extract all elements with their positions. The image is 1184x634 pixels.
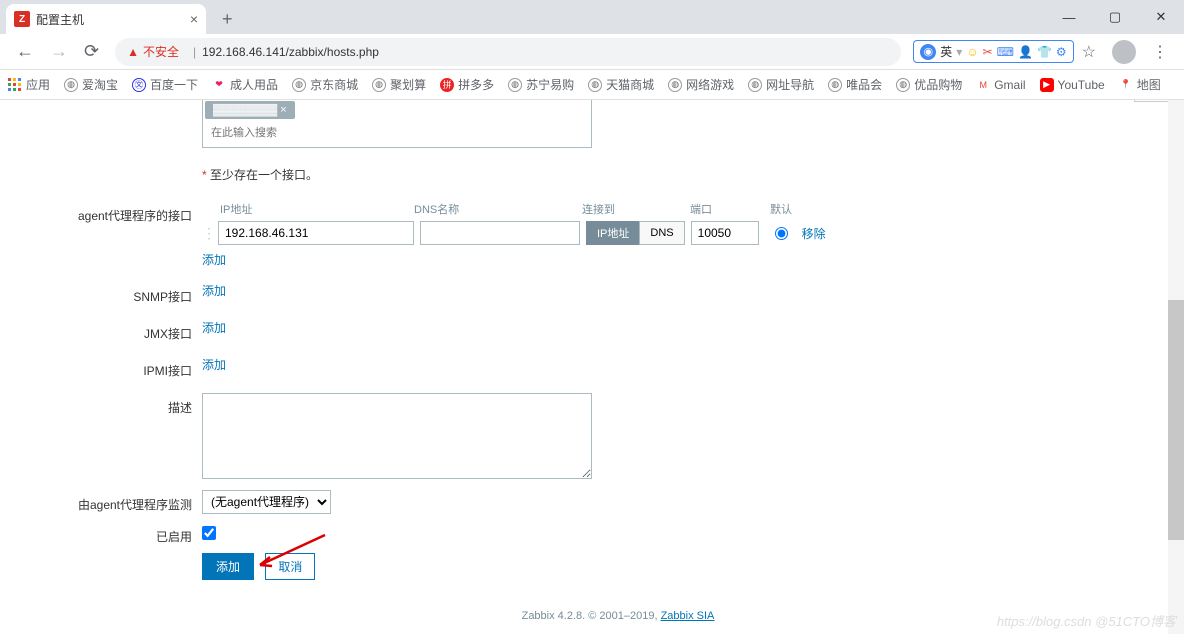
globe-icon: ◍ bbox=[588, 78, 602, 92]
bookmark-baidu[interactable]: ㉆百度一下 bbox=[132, 76, 198, 93]
apps-label: 应用 bbox=[26, 76, 50, 93]
insecure-label: 不安全 bbox=[143, 43, 179, 60]
monitored-label: 由agent代理程序监测 bbox=[62, 490, 202, 513]
agent-add-link[interactable]: 添加 bbox=[202, 253, 226, 267]
pdd-icon: 拼 bbox=[440, 78, 454, 92]
address-bar[interactable]: ▲ 不安全 | 192.168.46.141/zabbix/hosts.php bbox=[115, 38, 901, 66]
dns-input[interactable] bbox=[420, 221, 580, 245]
user-avatar[interactable] bbox=[1112, 40, 1136, 64]
scrollbar[interactable] bbox=[1168, 100, 1184, 634]
ipmi-label: IPMI接口 bbox=[62, 356, 202, 379]
bookmark-tmall[interactable]: ◍天猫商城 bbox=[588, 76, 654, 93]
back-button[interactable]: ← bbox=[8, 37, 42, 66]
globe-icon: ◍ bbox=[748, 78, 762, 92]
globe-icon: ◍ bbox=[64, 78, 78, 92]
bookmark-pdd[interactable]: 拼拼多多 bbox=[440, 76, 494, 93]
scroll-thumb[interactable] bbox=[1168, 300, 1184, 540]
connect-dns-button[interactable]: DNS bbox=[639, 221, 684, 245]
globe-icon: ◍ bbox=[372, 78, 386, 92]
ext-shirt-icon[interactable]: 👕 bbox=[1037, 45, 1052, 59]
ext-scissors-icon[interactable]: ✂ bbox=[983, 45, 993, 59]
close-window-button[interactable]: ✕ bbox=[1138, 0, 1184, 34]
apps-button[interactable]: 应用 bbox=[8, 76, 50, 93]
extension-label: 英 bbox=[940, 43, 952, 60]
drag-handle-icon[interactable]: ⋮⋮ bbox=[202, 225, 212, 242]
globe-icon: ◍ bbox=[292, 78, 306, 92]
apps-icon bbox=[8, 78, 22, 92]
monitored-select[interactable]: (无agent代理程序) bbox=[202, 490, 331, 514]
agent-iface-label: agent代理程序的接口 bbox=[62, 201, 202, 224]
gmail-icon: M bbox=[976, 78, 990, 92]
bookmark-jd[interactable]: ◍京东商城 bbox=[292, 76, 358, 93]
zabbix-favicon: Z bbox=[14, 11, 30, 27]
bookmark-youpin[interactable]: ◍优品购物 bbox=[896, 76, 962, 93]
heart-icon: ❤ bbox=[212, 78, 226, 92]
insecure-icon: ▲ bbox=[127, 45, 139, 59]
desc-label: 描述 bbox=[62, 393, 202, 416]
bookmark-star-icon[interactable]: ☆ bbox=[1082, 42, 1096, 62]
bookmark-nav[interactable]: ◍网址导航 bbox=[748, 76, 814, 93]
bookmark-adult[interactable]: ❤成人用品 bbox=[212, 76, 278, 93]
footer-link[interactable]: Zabbix SIA bbox=[661, 610, 715, 622]
ip-input[interactable] bbox=[218, 221, 414, 245]
enabled-checkbox[interactable] bbox=[202, 526, 216, 540]
bookmark-gmail[interactable]: MGmail bbox=[976, 78, 1025, 92]
bookmark-maps[interactable]: 📍地图 bbox=[1119, 76, 1161, 93]
maximize-button[interactable]: ▢ bbox=[1092, 0, 1138, 34]
watermark: https://blog.csdn @51CTO博客 bbox=[997, 611, 1176, 630]
tab-add-button[interactable]: + bbox=[214, 5, 241, 34]
globe-icon: ◍ bbox=[668, 78, 682, 92]
ext-person-icon[interactable]: 👤 bbox=[1018, 45, 1033, 59]
bookmark-vip[interactable]: ◍唯品会 bbox=[828, 76, 882, 93]
snmp-label: SNMP接口 bbox=[62, 282, 202, 305]
minimize-button[interactable]: — bbox=[1046, 0, 1092, 34]
description-textarea[interactable] bbox=[202, 393, 592, 479]
globe-icon: ◍ bbox=[828, 78, 842, 92]
remove-link[interactable]: 移除 bbox=[802, 225, 826, 242]
enabled-label: 已启用 bbox=[62, 522, 202, 545]
ipmi-add-link[interactable]: 添加 bbox=[202, 358, 226, 372]
cancel-button[interactable]: 取消 bbox=[265, 553, 315, 580]
bookmark-youtube[interactable]: ▶YouTube bbox=[1040, 78, 1105, 92]
reload-button[interactable]: ⟳ bbox=[76, 37, 107, 66]
tab-title: 配置主机 bbox=[36, 11, 190, 28]
bookmark-games[interactable]: ◍网络游戏 bbox=[668, 76, 734, 93]
ext-keyboard-icon[interactable]: ⌨ bbox=[997, 45, 1014, 59]
maps-icon: 📍 bbox=[1119, 78, 1133, 92]
extension-icon[interactable]: ◉ bbox=[920, 44, 936, 60]
bookmark-juhuasuan[interactable]: ◍聚划算 bbox=[372, 76, 426, 93]
port-input[interactable] bbox=[691, 221, 759, 245]
connect-ip-button[interactable]: IP地址 bbox=[586, 221, 639, 245]
globe-icon: ◍ bbox=[896, 78, 910, 92]
ext-chevron-icon[interactable]: ▾ bbox=[956, 45, 962, 59]
ext-gear-icon[interactable]: ⚙ bbox=[1056, 45, 1067, 59]
submit-button[interactable]: 添加 bbox=[202, 553, 254, 580]
jmx-add-link[interactable]: 添加 bbox=[202, 321, 226, 335]
ext-emoji-icon[interactable]: ☺ bbox=[966, 45, 978, 59]
menu-button[interactable]: ⋮ bbox=[1152, 42, 1168, 62]
forward-button[interactable]: → bbox=[42, 37, 76, 66]
tab-close-icon[interactable]: × bbox=[190, 11, 198, 27]
group-search-input[interactable] bbox=[205, 121, 585, 145]
jmx-label: JMX接口 bbox=[62, 319, 202, 342]
youtube-icon: ▶ bbox=[1040, 78, 1054, 92]
url-text: 192.168.46.141/zabbix/hosts.php bbox=[202, 45, 379, 59]
browser-tab[interactable]: Z 配置主机 × bbox=[6, 4, 206, 34]
extension-group: ◉ 英 ▾ ☺ ✂ ⌨ 👤 👕 ⚙ bbox=[913, 40, 1073, 63]
default-radio[interactable] bbox=[775, 227, 788, 240]
interface-note: * 至少存在一个接口。 bbox=[202, 166, 1174, 183]
bookmark-aitaobao[interactable]: ◍爱淘宝 bbox=[64, 76, 118, 93]
bookmark-suning[interactable]: ◍苏宁易购 bbox=[508, 76, 574, 93]
iface-headers: IP地址 DNS名称 连接到 端口 默认 bbox=[202, 201, 1174, 217]
url-separator: | bbox=[193, 45, 196, 59]
connect-to-toggle: IP地址 DNS bbox=[586, 221, 685, 245]
group-chip[interactable]: ▓▓▓▓▓▓▓▓ × bbox=[205, 101, 295, 119]
globe-icon: ◍ bbox=[508, 78, 522, 92]
baidu-icon: ㉆ bbox=[132, 78, 146, 92]
agent-iface-row: ⋮⋮ IP地址 DNS 移除 bbox=[202, 221, 1174, 245]
groups-label bbox=[62, 100, 202, 104]
snmp-add-link[interactable]: 添加 bbox=[202, 284, 226, 298]
